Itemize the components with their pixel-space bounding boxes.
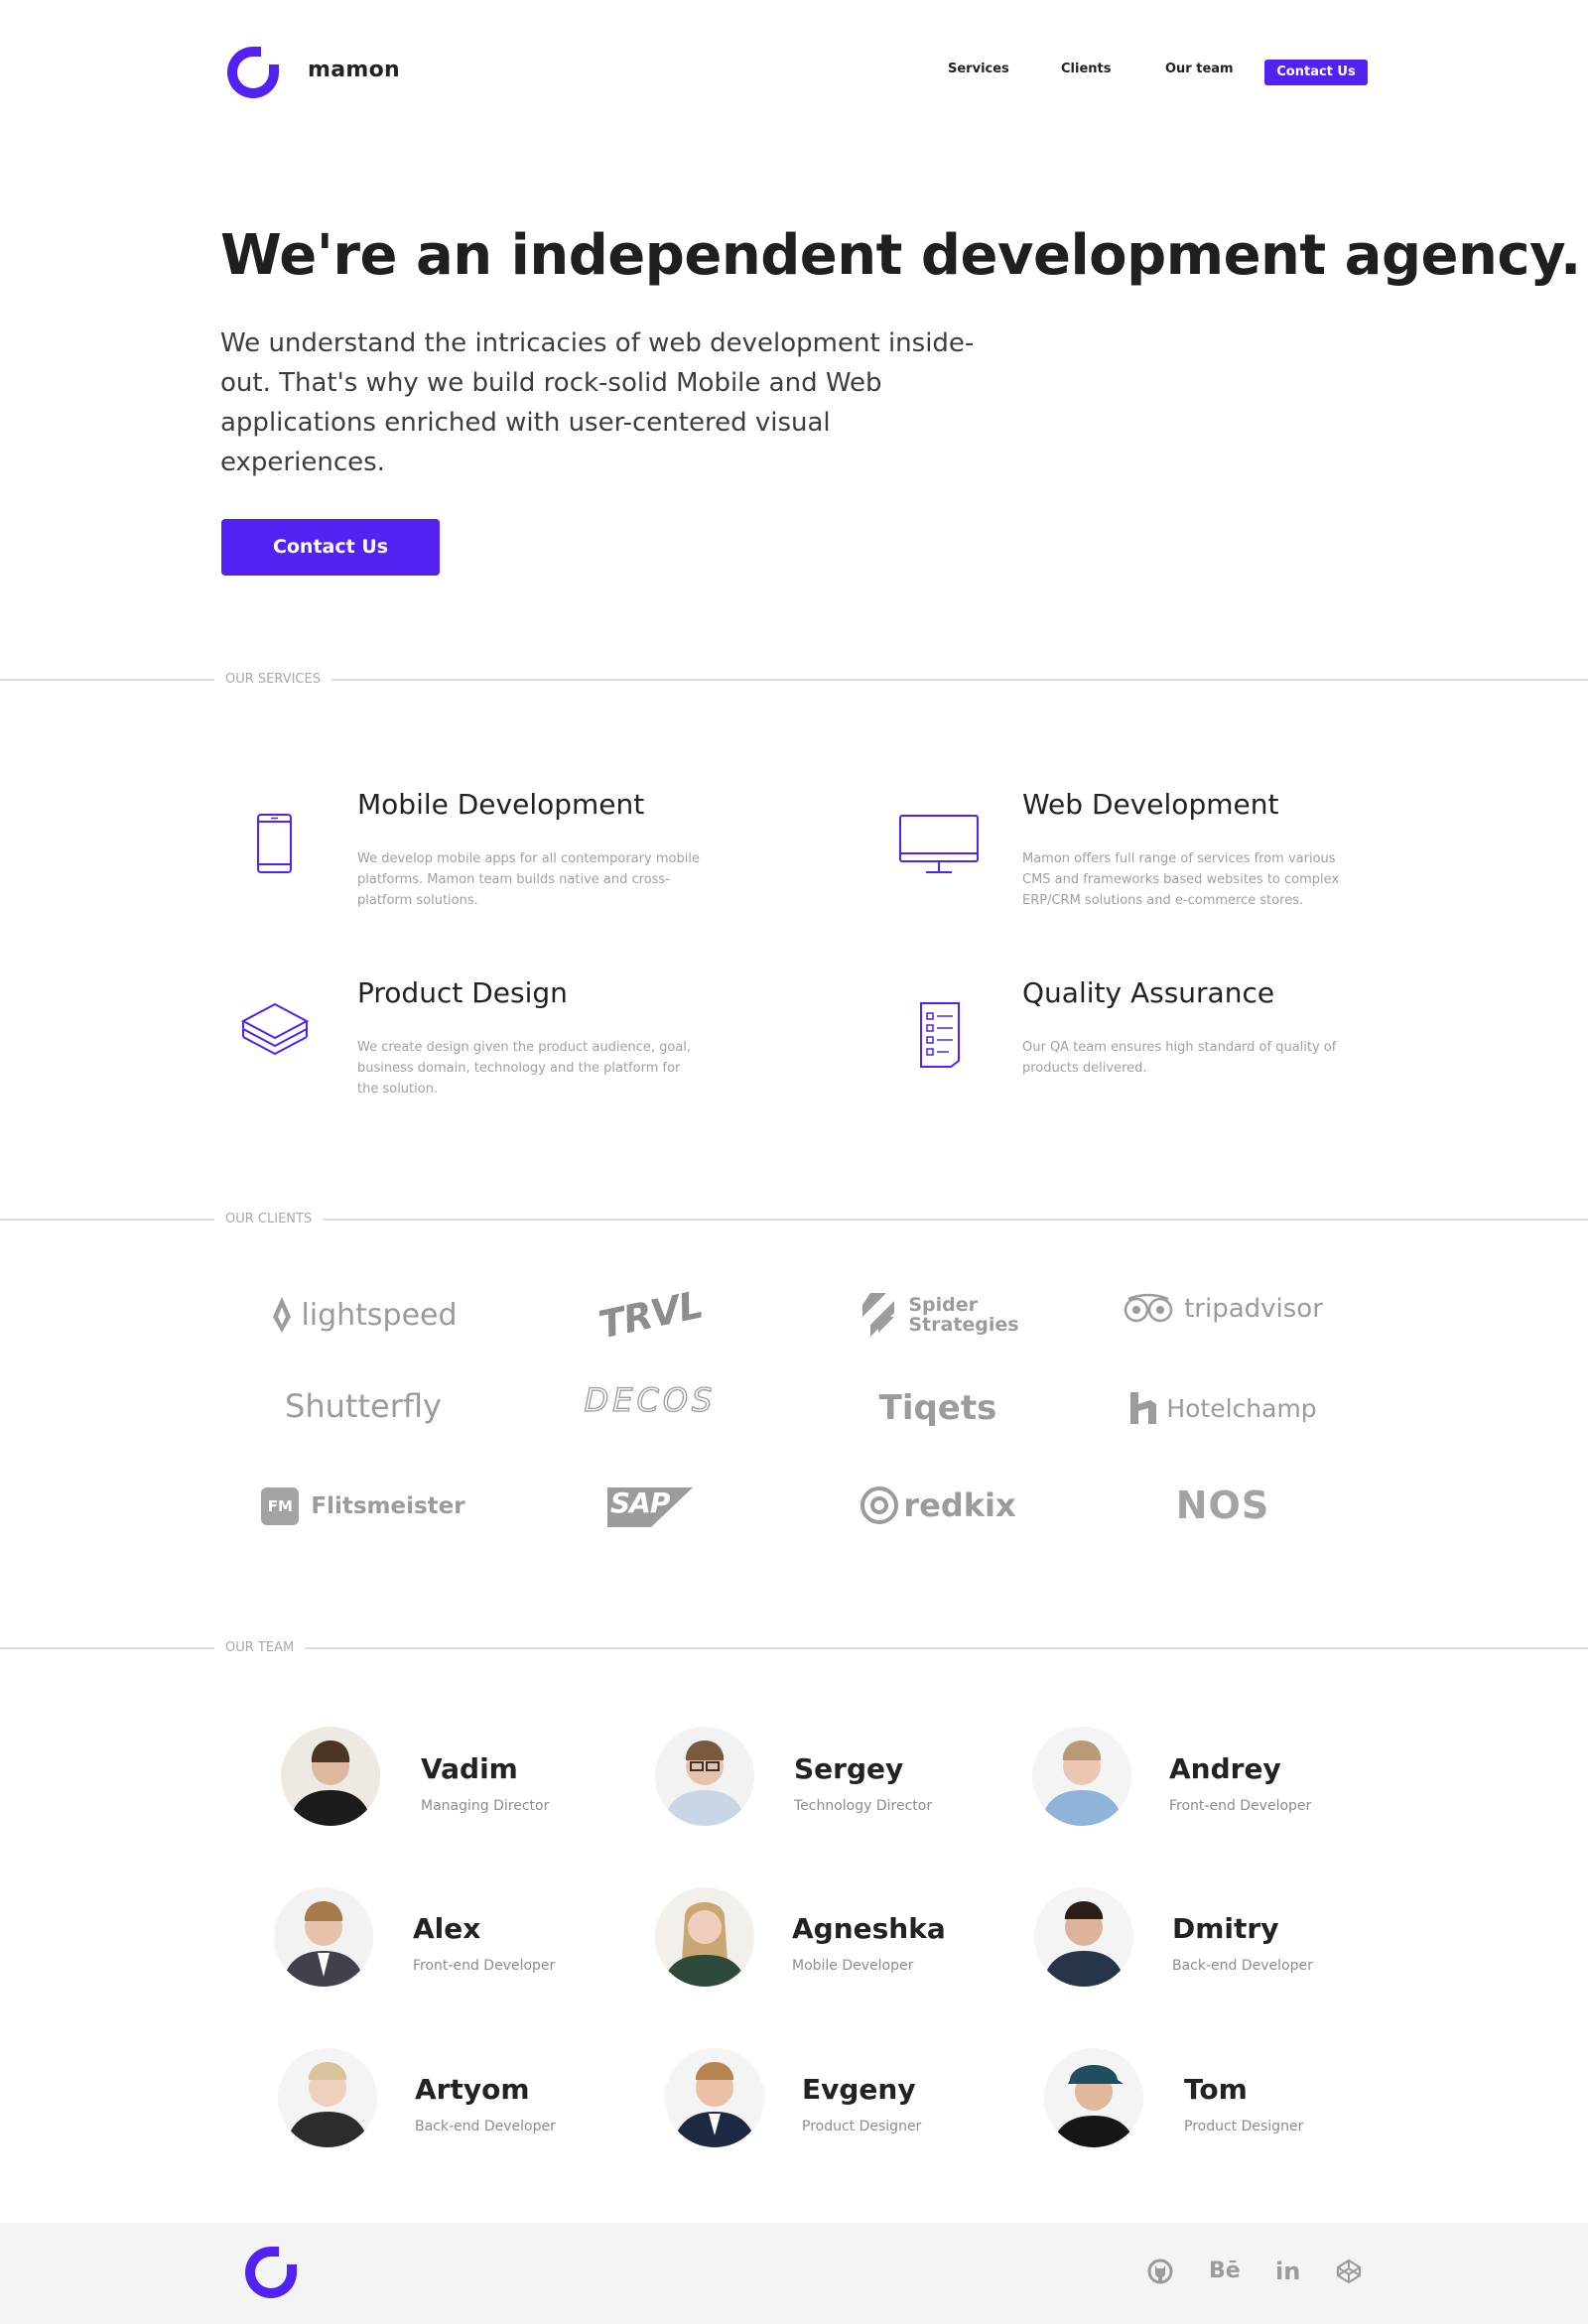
client-logo-hotelchamp: Hotelchamp	[1104, 1373, 1342, 1443]
hero-title: We're an independent development agency.	[220, 223, 1581, 288]
hero-contact-button[interactable]: Contact Us	[221, 519, 440, 576]
team-member-name: Andrey	[1169, 1752, 1281, 1785]
service-description: Mamon offers full range of services from…	[1022, 851, 1340, 908]
team-member-role: Back-end Developer	[1172, 1958, 1313, 1974]
avatar	[281, 1727, 380, 1826]
team-member-role: Back-end Developer	[415, 2119, 556, 2134]
nav-services-link[interactable]: Services	[948, 62, 1009, 76]
nav-contact-button[interactable]: Contact Us	[1264, 60, 1368, 85]
client-logo-flitsmeister: FM Flitsmeister	[244, 1472, 482, 1541]
team-member-role: Managing Director	[421, 1798, 550, 1814]
team-member-name: Alex	[413, 1912, 481, 1945]
avatar	[274, 1887, 373, 1987]
service-description: We create design given the product audie…	[357, 1040, 692, 1097]
team-section-label: OUR TEAM	[214, 1640, 306, 1655]
linkedin-icon[interactable]: in	[1275, 2258, 1303, 2285]
team-member-role: Product Designer	[802, 2119, 922, 2134]
fm-badge-icon: FM	[261, 1487, 300, 1525]
team-member-role: Technology Director	[794, 1798, 933, 1814]
layers-icon	[240, 1002, 310, 1056]
client-logo-lightspeed: lightspeed	[244, 1280, 482, 1350]
hero-subtitle: We understand the intricacies of web dev…	[220, 328, 975, 477]
nav-clients-link[interactable]: Clients	[1061, 62, 1111, 76]
client-logo-shutterfly: Shutterfly	[285, 1387, 442, 1425]
team-member-name: Dmitry	[1172, 1912, 1279, 1945]
at-sign-icon	[860, 1486, 899, 1524]
client-logo-redkix: redkix	[819, 1471, 1057, 1540]
client-logo-sap: SAP	[531, 1473, 769, 1542]
team-member-name: Tom	[1184, 2073, 1248, 2106]
service-title: Product Design	[357, 976, 568, 1009]
team-member-name: Evgeny	[802, 2073, 916, 2106]
avatar	[655, 1727, 754, 1826]
checklist-icon	[920, 1002, 960, 1068]
flame-icon	[273, 1297, 292, 1333]
client-logo-nos: NOS	[1175, 1484, 1270, 1527]
client-logo-tripadvisor: tripadvisor	[1104, 1274, 1342, 1344]
avatar	[665, 2048, 764, 2147]
spider-logo-icon	[862, 1293, 895, 1337]
avatar	[1044, 2048, 1143, 2147]
service-description: We develop mobile apps for all contempor…	[357, 851, 700, 908]
monitor-icon	[899, 815, 979, 873]
client-logo-decos: DECOS	[584, 1380, 717, 1419]
team-member-role: Front-end Developer	[1169, 1798, 1312, 1814]
mamon-logo-icon[interactable]	[223, 43, 283, 102]
service-title: Quality Assurance	[1022, 976, 1275, 1009]
service-description: Our QA team ensures high standard of qua…	[1022, 1040, 1337, 1076]
team-member-name: Vadim	[421, 1752, 518, 1785]
services-section-label: OUR SERVICES	[214, 672, 331, 687]
hotelchamp-h-icon	[1130, 1392, 1157, 1424]
smartphone-icon	[257, 814, 292, 873]
avatar	[1032, 1727, 1131, 1826]
team-member-name: Sergey	[794, 1752, 904, 1785]
behance-icon[interactable]: Bē	[1209, 2258, 1241, 2285]
team-member-role: Mobile Developer	[792, 1958, 914, 1974]
service-title: Mobile Development	[357, 788, 645, 821]
client-logo-tiqets: Tiqets	[878, 1388, 997, 1428]
avatar	[278, 2048, 377, 2147]
github-icon[interactable]	[1146, 2258, 1174, 2285]
service-title: Web Development	[1022, 788, 1279, 821]
client-logo-spider-strategies: Spider Strategies	[819, 1280, 1057, 1350]
brand-name[interactable]: mamon	[308, 58, 400, 82]
codepen-icon[interactable]	[1335, 2258, 1363, 2285]
footer-logo-icon[interactable]	[241, 2243, 301, 2302]
team-member-role: Front-end Developer	[413, 1958, 556, 1974]
team-member-name: Artyom	[415, 2073, 530, 2106]
avatar	[655, 1887, 754, 1987]
team-member-role: Product Designer	[1184, 2119, 1304, 2134]
client-logo-trvl: TRVL	[595, 1282, 706, 1348]
team-member-name: Agneshka	[792, 1912, 946, 1945]
owl-eyes-icon	[1124, 1293, 1173, 1323]
clients-section-label: OUR CLIENTS	[214, 1212, 324, 1227]
avatar	[1034, 1887, 1133, 1987]
nav-team-link[interactable]: Our team	[1165, 62, 1234, 76]
